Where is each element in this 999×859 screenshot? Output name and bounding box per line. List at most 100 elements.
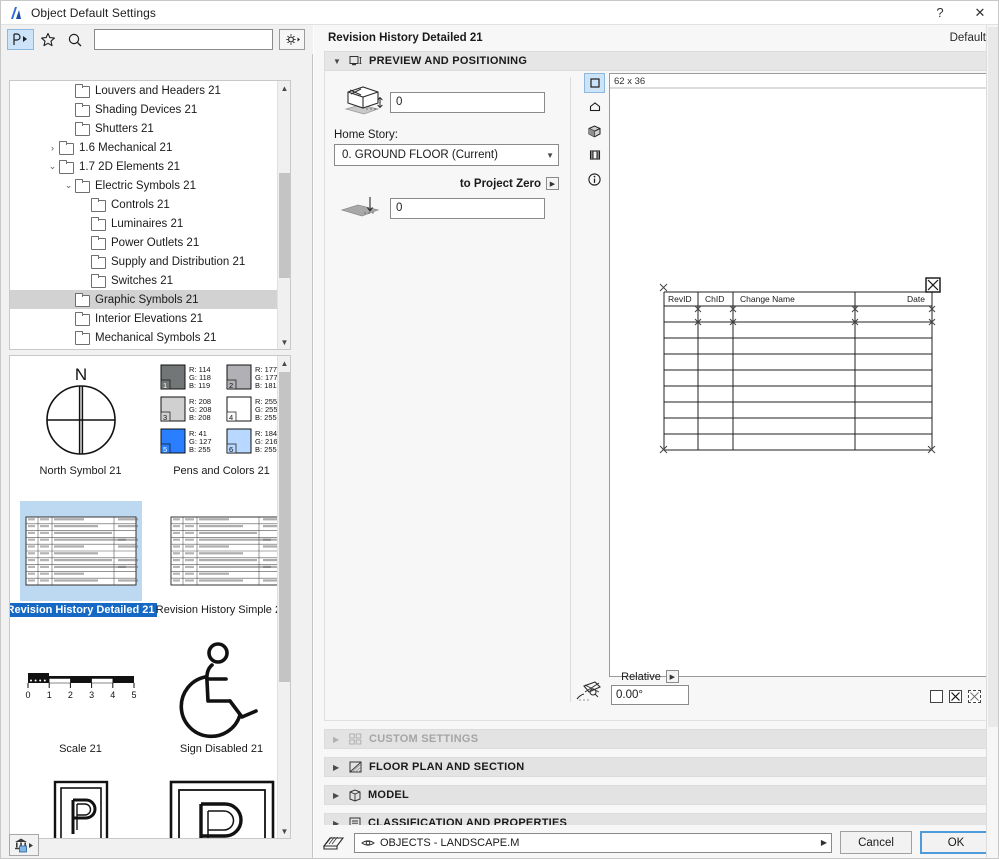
scroll-down-icon[interactable]: ▼ xyxy=(278,824,290,838)
preview-header-revid: RevID xyxy=(668,294,692,304)
tree-item-shading-devices-21[interactable]: Shading Devices 21 xyxy=(10,100,290,119)
preview-header-date: Date xyxy=(907,294,925,304)
scroll-up-icon[interactable]: ▲ xyxy=(278,81,290,95)
object-thumbnail-grid[interactable]: N North Symbol 21 1 R: 114 G: 118 B: 119 2 R: … xyxy=(9,355,291,839)
folder-icon xyxy=(75,293,90,307)
object-preview[interactable]: 62 x 36 RevID ChID Change Name Date xyxy=(609,73,988,677)
ok-button[interactable]: OK xyxy=(920,831,992,854)
close-button[interactable]: ✕ xyxy=(960,1,998,25)
tree-item-luminaires-21[interactable]: Luminaires 21 xyxy=(10,214,290,233)
scroll-up-icon[interactable]: ▲ xyxy=(278,356,290,370)
thumbnail-item[interactable]: Sign Disabled 21 xyxy=(151,634,290,773)
help-button[interactable]: ? xyxy=(920,1,960,25)
thumbnail-item[interactable] xyxy=(151,773,290,838)
square-2d-view-icon[interactable] xyxy=(584,73,605,93)
section-model[interactable]: ▶ MODEL xyxy=(324,785,990,805)
archicad-app-icon xyxy=(8,5,24,21)
window-scrollbar[interactable] xyxy=(986,25,998,858)
info-circle-icon[interactable] xyxy=(584,169,605,189)
object-path-field[interactable]: OBJECTS - LANDSCAPE.M ▶ xyxy=(354,832,832,853)
thumbnail-item[interactable]: 0 1 2 3 4 5 Scale 21 xyxy=(10,634,151,773)
embedded-library-icon[interactable] xyxy=(9,834,39,856)
cancel-button[interactable]: Cancel xyxy=(840,831,912,854)
search-input[interactable] xyxy=(95,30,272,49)
chevron-right-icon[interactable]: › xyxy=(46,141,59,154)
elevation-input[interactable]: 0 xyxy=(390,91,545,113)
svg-text:B: 181: B: 181 xyxy=(255,381,277,390)
settings-panel: Revision History Detailed 21 Default ▼ P… xyxy=(314,25,998,858)
tree-item-switches-21[interactable]: Switches 21 xyxy=(10,271,290,290)
folder-icon xyxy=(75,122,90,136)
section-floor-plan-and-section[interactable]: ▶ FLOOR PLAN AND SECTION xyxy=(324,757,990,777)
tree-item-electric-symbols-21[interactable]: ⌄ Electric Symbols 21 xyxy=(10,176,290,195)
thumbnail-item[interactable]: Revision History Detailed 21 xyxy=(10,495,158,634)
elevation-view-icon[interactable] xyxy=(584,97,605,117)
tree-item-label: Shading Devices 21 xyxy=(95,103,198,116)
svg-text:N: N xyxy=(74,365,86,384)
section-preview-and-positioning[interactable]: ▼ PREVIEW AND POSITIONING xyxy=(324,51,990,71)
chevron-down-icon[interactable]: ⌄ xyxy=(46,160,59,173)
scroll-down-icon[interactable]: ▼ xyxy=(278,335,290,349)
scrollbar-thumb[interactable] xyxy=(988,27,998,727)
svg-text:3: 3 xyxy=(163,413,167,422)
settings-gear-icon[interactable] xyxy=(279,29,305,50)
library-tree-scrollbar[interactable]: ▲ ▼ xyxy=(277,81,290,349)
empty-square-icon[interactable] xyxy=(930,690,943,703)
home-story-value: 0. GROUND FLOOR (Current) xyxy=(342,149,498,161)
search-icon[interactable] xyxy=(61,29,88,50)
parking-sign-tall-art xyxy=(16,779,146,838)
tree-item-controls-21[interactable]: Controls 21 xyxy=(10,195,290,214)
thumbnail-label: Scale 21 xyxy=(59,743,102,755)
page-title: Revision History Detailed 21 xyxy=(328,32,483,44)
thumbnail-item[interactable]: 1 R: 114 G: 118 B: 119 2 R: 177 G: 177 B: 181 3 R… xyxy=(151,356,290,495)
section-label: FLOOR PLAN AND SECTION xyxy=(369,761,525,773)
home-story-select[interactable]: 0. GROUND FLOOR (Current) ▼ xyxy=(334,144,559,166)
library-tree[interactable]: Louvers and Headers 21 Shading Devices 2… xyxy=(9,80,291,350)
tree-item-label: Luminaires 21 xyxy=(111,217,184,230)
folder-icon xyxy=(59,141,74,155)
tree-item-louvers-and-headers-21[interactable]: Louvers and Headers 21 xyxy=(10,81,290,100)
crossed-square-icon[interactable] xyxy=(949,690,962,703)
scrollbar-thumb[interactable] xyxy=(279,173,290,278)
project-zero-input[interactable]: 0 xyxy=(390,197,545,219)
preview-header-chid: ChID xyxy=(705,294,724,304)
svg-text:1: 1 xyxy=(163,381,167,390)
tree-item-1-7-2d-elements-21[interactable]: ⌄ 1.7 2D Elements 21 xyxy=(10,157,290,176)
folder-icon xyxy=(75,84,90,98)
tree-item-1-6-mechanical-21[interactable]: › 1.6 Mechanical 21 xyxy=(10,138,290,157)
search-input-wrap[interactable] xyxy=(94,29,273,50)
chevron-right-icon: ▶ xyxy=(333,762,340,772)
favorites-star-icon[interactable] xyxy=(34,29,61,50)
tree-item-label: Controls 21 xyxy=(111,198,170,211)
svg-text:2: 2 xyxy=(229,381,233,390)
parameters-list-icon[interactable] xyxy=(584,145,605,165)
preview-header-change-name: Change Name xyxy=(740,294,795,304)
popup-arrow-icon[interactable]: ▶ xyxy=(546,177,559,190)
object-picker-icon[interactable] xyxy=(7,29,34,50)
thumbnail-scrollbar[interactable]: ▲ ▼ xyxy=(277,356,290,838)
tree-item-interior-elevations-21[interactable]: Interior Elevations 21 xyxy=(10,309,290,328)
tree-item-power-outlets-21[interactable]: Power Outlets 21 xyxy=(10,233,290,252)
tree-item-graphic-symbols-21[interactable]: Graphic Symbols 21 xyxy=(10,290,290,309)
dashed-crossed-square-icon[interactable] xyxy=(968,690,981,703)
cube-3d-view-icon[interactable] xyxy=(584,121,605,141)
rotation-angle-input[interactable]: 0.00° xyxy=(611,685,689,705)
chevron-right-icon: ▶ xyxy=(333,790,340,800)
scrollbar-thumb[interactable] xyxy=(279,372,290,682)
tree-item-shutters-21[interactable]: Shutters 21 xyxy=(10,119,290,138)
tree-item-label: Graphic Symbols 21 xyxy=(95,293,199,306)
project-zero-icon xyxy=(334,194,390,222)
folder-icon xyxy=(91,236,106,250)
tree-item-supply-and-distribution-21[interactable]: Supply and Distribution 21 xyxy=(10,252,290,271)
thumbnail-item[interactable]: Revision History Simple 21 xyxy=(151,495,290,634)
popup-arrow-icon[interactable]: ▶ xyxy=(665,670,679,683)
popup-arrow-icon[interactable]: ▶ xyxy=(821,838,827,847)
chevron-down-icon[interactable]: ⌄ xyxy=(62,179,75,192)
thumbnail-item[interactable] xyxy=(10,773,151,838)
thumbnail-item[interactable]: N North Symbol 21 xyxy=(10,356,151,495)
svg-text:5: 5 xyxy=(163,445,167,454)
dialog-footer: OBJECTS - LANDSCAPE.M ▶ Cancel OK xyxy=(314,825,998,858)
tree-item-mechanical-symbols-21[interactable]: Mechanical Symbols 21 xyxy=(10,328,290,347)
library-tree-rows: Louvers and Headers 21 Shading Devices 2… xyxy=(10,81,290,347)
